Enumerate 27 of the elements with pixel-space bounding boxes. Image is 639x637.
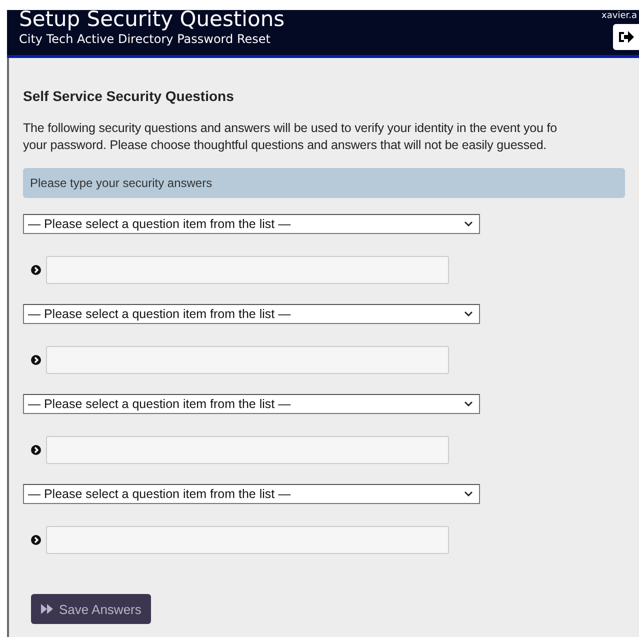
description-text: The following security questions and answers will be used to verify your identity in the event you fo (23, 120, 558, 137)
notice-banner: Please type your security answers (23, 168, 625, 198)
question-select[interactable]: — Please select a question item from the list — (23, 394, 480, 414)
chevron-circle-icon (31, 355, 41, 365)
section-heading: Self Service Security Questions (23, 88, 235, 104)
answer-field[interactable] (46, 526, 449, 554)
chevron-circle-icon (31, 445, 41, 455)
logout-icon (618, 30, 634, 44)
answer-field[interactable] (46, 256, 449, 284)
caret-icon (464, 221, 473, 227)
logout-button[interactable] (613, 24, 639, 50)
caret-icon (464, 311, 473, 317)
chevron-circle-icon (31, 265, 41, 275)
page-subtitle: City Tech Active Directory Password Reset (19, 31, 272, 47)
page-title: Setup Security Questions (19, 7, 285, 31)
caret-icon (464, 491, 473, 497)
question-select[interactable]: — Please select a question item from the list — (23, 304, 480, 324)
chevron-circle-icon (31, 535, 41, 545)
answer-field[interactable] (46, 436, 449, 464)
description-text: your password. Please choose thoughtful questions and answers that will not be easily guessed. (23, 137, 548, 154)
username: xavier.a (602, 11, 638, 21)
save-answers-button[interactable]: Save Answers (31, 594, 152, 624)
answer-field[interactable] (46, 346, 449, 374)
question-select[interactable]: — Please select a question item from the list — (23, 484, 480, 504)
fast-forward-icon (41, 604, 53, 614)
caret-icon (464, 401, 473, 407)
question-select[interactable]: — Please select a question item from the list — (23, 214, 480, 234)
